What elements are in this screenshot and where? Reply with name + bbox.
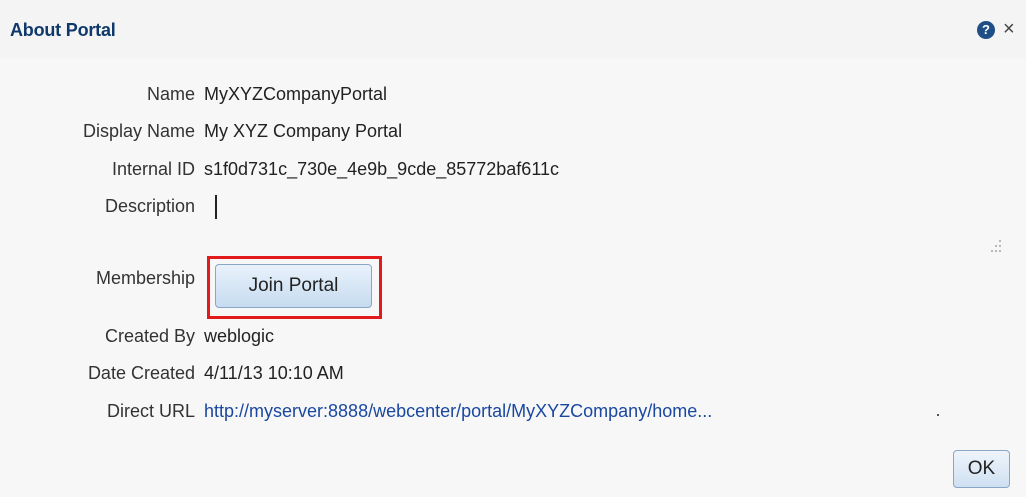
dialog-titlebar: About Portal ? ×: [0, 0, 1026, 58]
display-name-label: Display Name: [82, 121, 195, 141]
description-label: Description: [104, 196, 195, 216]
join-portal-button[interactable]: Join Portal: [215, 264, 372, 308]
internal-id-label: Internal ID: [111, 159, 195, 179]
dialog-title: About Portal: [10, 20, 116, 40]
help-icon[interactable]: ?: [977, 21, 995, 39]
name-label: Name: [146, 84, 195, 104]
direct-url-link[interactable]: http://myserver:8888/webcenter/portal/My…: [204, 401, 712, 422]
date-created-label: Date Created: [87, 363, 195, 383]
stray-dot: [937, 414, 939, 416]
resize-grip-icon[interactable]: [985, 237, 1003, 255]
text-cursor: [215, 195, 217, 219]
display-name-value: My XYZ Company Portal: [204, 121, 403, 141]
direct-url-label: Direct URL: [106, 401, 195, 421]
internal-id-value: s1f0d731c_730e_4e9b_9cde_85772baf611c: [204, 159, 559, 179]
date-created-value: 4/11/13 10:10 AM: [204, 363, 344, 383]
created-by-label: Created By: [104, 326, 195, 346]
created-by-value: weblogic: [204, 326, 275, 346]
about-portal-dialog: About Portal ? × Name MyXYZCompanyPortal…: [0, 0, 1026, 497]
name-value: MyXYZCompanyPortal: [204, 84, 388, 104]
membership-label: Membership: [95, 268, 195, 288]
ok-button[interactable]: OK: [953, 450, 1010, 488]
close-icon[interactable]: ×: [1003, 18, 1015, 40]
